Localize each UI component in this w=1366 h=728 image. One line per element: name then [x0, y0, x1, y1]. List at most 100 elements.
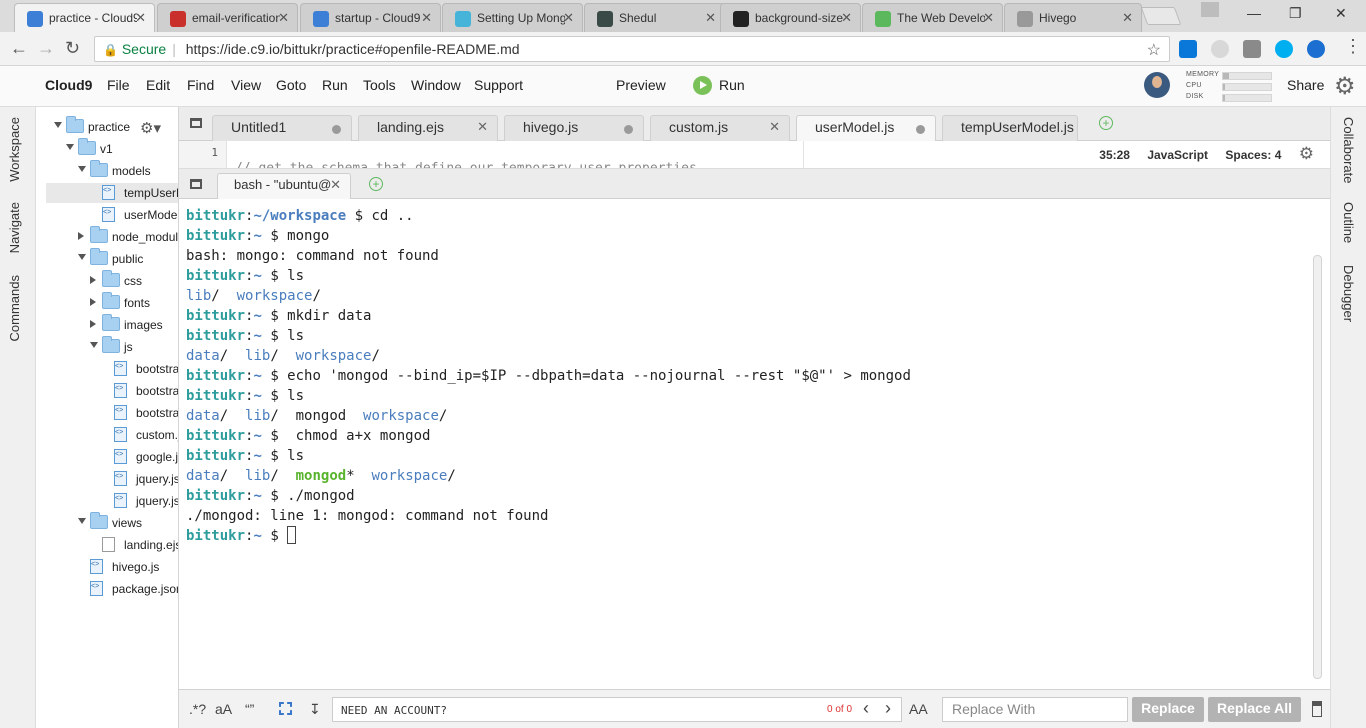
- tree-folder[interactable]: v1: [46, 138, 178, 159]
- close-tab-icon[interactable]: ✕: [983, 10, 994, 26]
- close-icon[interactable]: ✕: [477, 119, 488, 135]
- close-tab-icon[interactable]: ✕: [278, 10, 289, 26]
- tree-file[interactable]: package.json: [46, 579, 178, 599]
- cursor-position[interactable]: 35:28: [1099, 148, 1130, 162]
- close-tab-icon[interactable]: ✕: [421, 10, 432, 26]
- replace-all-button[interactable]: Replace All: [1208, 697, 1301, 722]
- extension-icon[interactable]: [1243, 40, 1261, 58]
- close-window-icon[interactable]: ✕: [1335, 5, 1347, 22]
- panel-tab-collaborate[interactable]: Collaborate: [1341, 117, 1356, 184]
- chevron-right-icon[interactable]: [90, 320, 96, 328]
- editor-tab[interactable]: tempUserModel.js: [942, 115, 1078, 141]
- browser-tab[interactable]: Hivego ✕: [1004, 3, 1142, 32]
- close-tab-icon[interactable]: ✕: [841, 10, 852, 26]
- menu-support[interactable]: Support: [474, 77, 523, 93]
- tree-folder[interactable]: js: [46, 336, 178, 357]
- chevron-down-icon[interactable]: [78, 166, 86, 172]
- find-prev-icon[interactable]: ‹: [863, 698, 869, 719]
- menu-edit[interactable]: Edit: [146, 77, 170, 93]
- tree-folder[interactable]: fonts: [46, 292, 178, 313]
- menu-window[interactable]: Window: [411, 77, 461, 93]
- browser-tab[interactable]: Setting Up MongoDB✕: [442, 3, 583, 32]
- chevron-down-icon[interactable]: [78, 518, 86, 524]
- close-icon[interactable]: ✕: [330, 177, 341, 193]
- editor-pane[interactable]: 1 // get the schema that define our temp…: [179, 141, 1330, 169]
- skype-extension-icon[interactable]: [1179, 40, 1197, 58]
- editor-tab[interactable]: landing.ejs ✕: [358, 115, 498, 141]
- find-input[interactable]: NEED AN ACCOUNT?: [332, 697, 902, 722]
- tree-folder[interactable]: public: [46, 248, 178, 269]
- tree-file[interactable]: bootstrap.js: [46, 359, 178, 379]
- browser-tab[interactable]: practice - Cloud9 ✕: [14, 3, 155, 32]
- chevron-down-icon[interactable]: [66, 144, 74, 150]
- browser-tab[interactable]: startup - Cloud9 ✕: [300, 3, 441, 32]
- search-selection-icon[interactable]: [279, 702, 292, 715]
- menu-view[interactable]: View: [231, 77, 261, 93]
- regex-toggle[interactable]: .*?: [189, 701, 206, 717]
- editor-tab[interactable]: hivego.js: [504, 115, 644, 141]
- find-options-icon[interactable]: [1312, 701, 1322, 717]
- panel-tab-commands[interactable]: Commands: [7, 275, 22, 341]
- editor-settings-gear-icon[interactable]: ⚙: [1299, 144, 1314, 163]
- browser-tab[interactable]: email-verification ✕: [157, 3, 298, 32]
- wrap-around-icon[interactable]: ↧: [309, 701, 321, 718]
- profile-icon[interactable]: [1201, 2, 1219, 17]
- chrome-menu-icon[interactable]: ⋮: [1344, 36, 1362, 57]
- replace-button[interactable]: Replace: [1132, 697, 1204, 722]
- terminal-tab[interactable]: bash - "ubuntu@ ✕: [217, 173, 351, 199]
- close-icon[interactable]: ✕: [769, 119, 780, 135]
- new-tab-button[interactable]: [1140, 7, 1182, 25]
- new-terminal-plus-icon[interactable]: +: [369, 177, 383, 191]
- editor-tab[interactable]: Untitled1: [212, 115, 352, 141]
- chevron-down-icon[interactable]: [90, 342, 98, 348]
- language-mode[interactable]: JavaScript: [1147, 148, 1208, 162]
- tree-folder[interactable]: css: [46, 270, 178, 291]
- tree-file[interactable]: userModel.js: [46, 205, 178, 225]
- panel-menu-icon[interactable]: [190, 118, 202, 128]
- terminal-panel-menu-icon[interactable]: [190, 179, 202, 189]
- whole-words-toggle[interactable]: “”: [245, 701, 254, 717]
- close-tab-icon[interactable]: ✕: [135, 10, 146, 26]
- menu-file[interactable]: File: [107, 77, 130, 93]
- tree-folder[interactable]: node_modules: [46, 226, 178, 247]
- maximize-icon[interactable]: ❐: [1289, 5, 1302, 22]
- tree-file[interactable]: google.js: [46, 447, 178, 467]
- tree-file[interactable]: tempUserModel.js: [46, 183, 178, 203]
- tree-file[interactable]: jquery.js: [46, 469, 178, 489]
- panel-tab-outline[interactable]: Outline: [1341, 202, 1356, 243]
- tree-file[interactable]: bootstrap.js: [46, 403, 178, 423]
- bookmark-star-icon[interactable]: ☆: [1147, 40, 1161, 60]
- chevron-down-icon[interactable]: [78, 254, 86, 260]
- panel-tab-workspace[interactable]: Workspace: [7, 117, 22, 182]
- skype-grey-extension-icon[interactable]: [1211, 40, 1229, 58]
- share-button[interactable]: Share: [1287, 77, 1324, 93]
- case-sensitive-toggle[interactable]: aA: [215, 701, 232, 717]
- editor-tab[interactable]: custom.js ✕: [650, 115, 790, 141]
- close-tab-icon[interactable]: ✕: [563, 10, 574, 26]
- tree-file[interactable]: custom.js: [46, 425, 178, 445]
- tree-folder[interactable]: models: [46, 160, 178, 181]
- forward-icon[interactable]: →: [37, 38, 55, 59]
- skype-blue-extension-icon[interactable]: [1275, 40, 1293, 58]
- menu-run[interactable]: Run: [322, 77, 348, 93]
- url-input[interactable]: 🔒 Secure | https://ide.c9.io/bittukr/prac…: [94, 36, 1170, 62]
- terminal-scrollbar[interactable]: [1313, 255, 1322, 679]
- browser-tab[interactable]: background-size ✕: [720, 3, 861, 32]
- chevron-right-icon[interactable]: [90, 276, 96, 284]
- new-tab-plus-icon[interactable]: +: [1099, 116, 1113, 130]
- indent-setting[interactable]: Spaces: 4: [1225, 148, 1281, 162]
- menu-find[interactable]: Find: [187, 77, 214, 93]
- preview-button[interactable]: Preview: [616, 77, 666, 93]
- close-tab-icon[interactable]: ✕: [1122, 10, 1133, 26]
- chevron-right-icon[interactable]: [90, 298, 96, 306]
- settings-gear-icon[interactable]: ⚙: [1334, 72, 1356, 101]
- cloud9-menu[interactable]: Cloud9: [45, 77, 92, 93]
- minimize-icon[interactable]: —: [1247, 5, 1261, 21]
- browser-tab[interactable]: Shedul ✕: [584, 3, 725, 32]
- chevron-right-icon[interactable]: [78, 232, 84, 240]
- menu-goto[interactable]: Goto: [276, 77, 306, 93]
- reload-icon[interactable]: ↻: [65, 38, 80, 59]
- tree-file[interactable]: bootstrap.js: [46, 381, 178, 401]
- terminal-pane[interactable]: bittukr:~/workspace $ cd .. bittukr:~ $ m…: [179, 199, 1330, 689]
- run-icon[interactable]: [693, 76, 712, 95]
